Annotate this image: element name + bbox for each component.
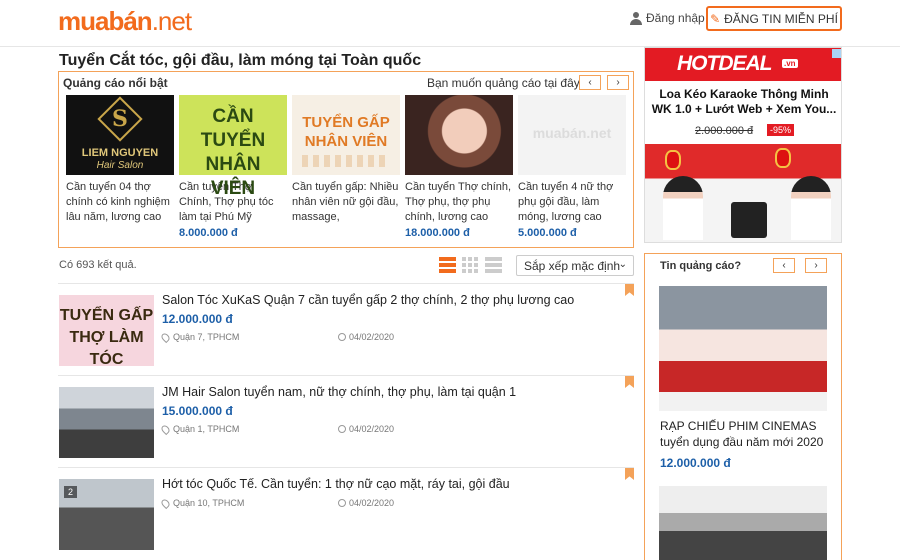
featured-card[interactable]: CẦN TUYỂN NHÂN VIÊN Cần tuyển Thợ Chính, … <box>179 95 287 239</box>
sponsored-prev-button[interactable]: ‹ <box>773 258 795 273</box>
clock-icon <box>338 499 346 507</box>
sponsored-title[interactable]: RẠP CHIẾU PHIM CINEMAS tuyển dụng đầu nă… <box>660 418 836 450</box>
sponsored-image[interactable] <box>659 486 827 560</box>
advertise-here-link[interactable]: Bạn muốn quảng cáo tại đây? <box>427 76 586 90</box>
listing-price: 15.000.000 đ <box>162 404 233 418</box>
logo-tld: .net <box>151 6 192 36</box>
grid-view-icon[interactable] <box>462 257 479 273</box>
hotdeal-banner: HOTDEAL .vn <box>645 48 841 81</box>
featured-card-price: 18.000.000 đ <box>405 227 470 239</box>
featured-card-text: Cần tuyển Thợ chính, Thợ phụ, thợ phụ ch… <box>405 181 512 223</box>
featured-card-image: CẦN TUYỂN NHÂN VIÊN <box>179 95 287 199</box>
sponsored-posts-box: Tin quảng cáo? ‹ › RẠP CHIẾU PHIM CINEMA… <box>644 253 842 560</box>
sort-select[interactable]: Sắp xếp mặc định ⌄ <box>516 255 634 276</box>
hotdeal-ad[interactable]: HOTDEAL .vn Loa Kéo Karaoke Thông Minh W… <box>644 47 842 243</box>
listing-item[interactable]: 2 Hớt tóc Quốc Tế. Cần tuyển: 1 thợ nữ c… <box>58 467 634 559</box>
bookmark-icon[interactable] <box>625 376 634 388</box>
clock-icon <box>338 425 346 433</box>
listing-date: 04/02/2020 <box>338 498 394 508</box>
listing-date: 04/02/2020 <box>338 332 394 342</box>
bookmark-icon[interactable] <box>625 284 634 296</box>
hotdeal-old-price: 2.000.000 đ <box>695 125 754 137</box>
sponsored-heading: Tin quảng cáo? <box>660 260 742 272</box>
chevron-right-icon: › <box>814 260 818 271</box>
featured-card[interactable]: S LIEM NGUYEN Hair Salon Cần tuyển 04 th… <box>66 95 174 225</box>
sponsored-price: 12.000.000 đ <box>660 456 731 470</box>
listing-item[interactable]: TUYỂN GẤP THỢ LÀM TÓC Salon Tóc XuKaS Quậ… <box>58 283 634 375</box>
page-title: Tuyển Cắt tóc, gội đầu, làm móng tại Toà… <box>59 52 422 69</box>
featured-card-text: Cần tuyển 4 nữ thợ phụ gội đầu, làm móng… <box>518 181 614 223</box>
featured-card[interactable]: Cần tuyển Thợ chính, Thợ phụ, thợ phụ ch… <box>405 95 513 239</box>
top-header: muabán.net Đăng nhập ✎ ĐĂNG TIN MIỄN PHÍ <box>0 0 900 47</box>
featured-card-price: 8.000.000 đ <box>179 227 238 239</box>
sponsored-image[interactable] <box>659 286 827 411</box>
featured-card[interactable]: TUYỂN GẤP NHÂN VIÊN Cần tuyển gấp: Nhiều … <box>292 95 400 225</box>
featured-card-image <box>405 95 513 175</box>
featured-prev-button[interactable]: ‹ <box>579 75 601 90</box>
chevron-down-icon: ⌄ <box>618 259 627 270</box>
login-link[interactable]: Đăng nhập <box>630 11 705 25</box>
listing-price: 12.000.000 đ <box>162 312 233 326</box>
bookmark-icon[interactable] <box>625 468 634 480</box>
featured-card-price: 5.000.000 đ <box>518 227 577 239</box>
listing-item[interactable]: JM Hair Salon tuyển nam, nữ thợ chính, t… <box>58 375 634 467</box>
listing-location: Quận 7, TPHCM <box>159 331 239 343</box>
post-button-label: ĐĂNG TIN MIỄN PHÍ <box>724 11 838 26</box>
listing-location: Quận 10, TPHCM <box>159 497 244 509</box>
sponsored-next-button[interactable]: › <box>805 258 827 273</box>
featured-heading: Quảng cáo nổi bật <box>63 76 168 90</box>
pencil-icon: ✎ <box>710 11 721 26</box>
site-logo[interactable]: muabán.net <box>58 6 192 37</box>
featured-card-image: S LIEM NGUYEN Hair Salon <box>66 95 174 175</box>
listing-title[interactable]: Hớt tóc Quốc Tế. Cần tuyển: 1 thợ nữ cạo… <box>162 477 622 491</box>
featured-card[interactable]: muabán.net Cần tuyển 4 nữ thợ phụ gội đầ… <box>518 95 626 239</box>
hotdeal-logo-suffix: .vn <box>782 59 798 68</box>
result-count: Có 693 kết quả. <box>59 259 137 271</box>
listing-thumbnail <box>59 387 154 458</box>
location-pin-icon <box>159 423 172 435</box>
featured-card-text: Cần tuyển gấp: Nhiều nhân viên nữ gội đầ… <box>292 181 399 223</box>
hotdeal-logo: HOTDEAL <box>677 52 772 75</box>
listing-title[interactable]: Salon Tóc XuKaS Quận 7 cần tuyển gấp 2 t… <box>162 293 622 307</box>
chevron-left-icon: ‹ <box>782 260 786 271</box>
listing-location: Quận 1, TPHCM <box>159 423 239 435</box>
chevron-left-icon: ‹ <box>588 77 592 88</box>
hotdeal-discount-badge: -95% <box>767 124 795 136</box>
clock-icon <box>338 333 346 341</box>
location-pin-icon <box>159 497 172 509</box>
listing-thumbnail: TUYỂN GẤP THỢ LÀM TÓC <box>59 295 154 368</box>
featured-ads-box: Quảng cáo nổi bật Bạn muốn quảng cáo tại… <box>58 71 634 248</box>
featured-card-image: TUYỂN GẤP NHÂN VIÊN <box>292 95 400 175</box>
ad-choices-icon[interactable] <box>832 49 841 58</box>
hotdeal-title[interactable]: Loa Kéo Karaoke Thông Minh WK 1.0 + Lướt… <box>651 87 837 117</box>
list-view-icon[interactable] <box>439 257 456 273</box>
logo-main: muabán <box>58 6 153 36</box>
featured-next-button[interactable]: › <box>607 75 629 90</box>
featured-card-text: Cần tuyển 04 thợ chính có kinh nghiệm lâ… <box>66 181 170 223</box>
user-icon <box>630 11 642 25</box>
image-count-badge: 2 <box>64 486 78 498</box>
listing-thumbnail: 2 <box>59 479 154 550</box>
sort-label: Sắp xếp mặc định <box>524 258 621 273</box>
featured-card-image: muabán.net <box>518 95 626 175</box>
listing-title[interactable]: JM Hair Salon tuyển nam, nữ thợ chính, t… <box>162 385 622 399</box>
hotdeal-image <box>645 144 841 242</box>
location-pin-icon <box>159 331 172 343</box>
post-free-ad-button[interactable]: ✎ ĐĂNG TIN MIỄN PHÍ <box>706 6 842 31</box>
chevron-right-icon: › <box>616 77 620 88</box>
listing-date: 04/02/2020 <box>338 424 394 434</box>
compact-view-icon[interactable] <box>485 257 502 273</box>
login-label: Đăng nhập <box>646 11 705 25</box>
